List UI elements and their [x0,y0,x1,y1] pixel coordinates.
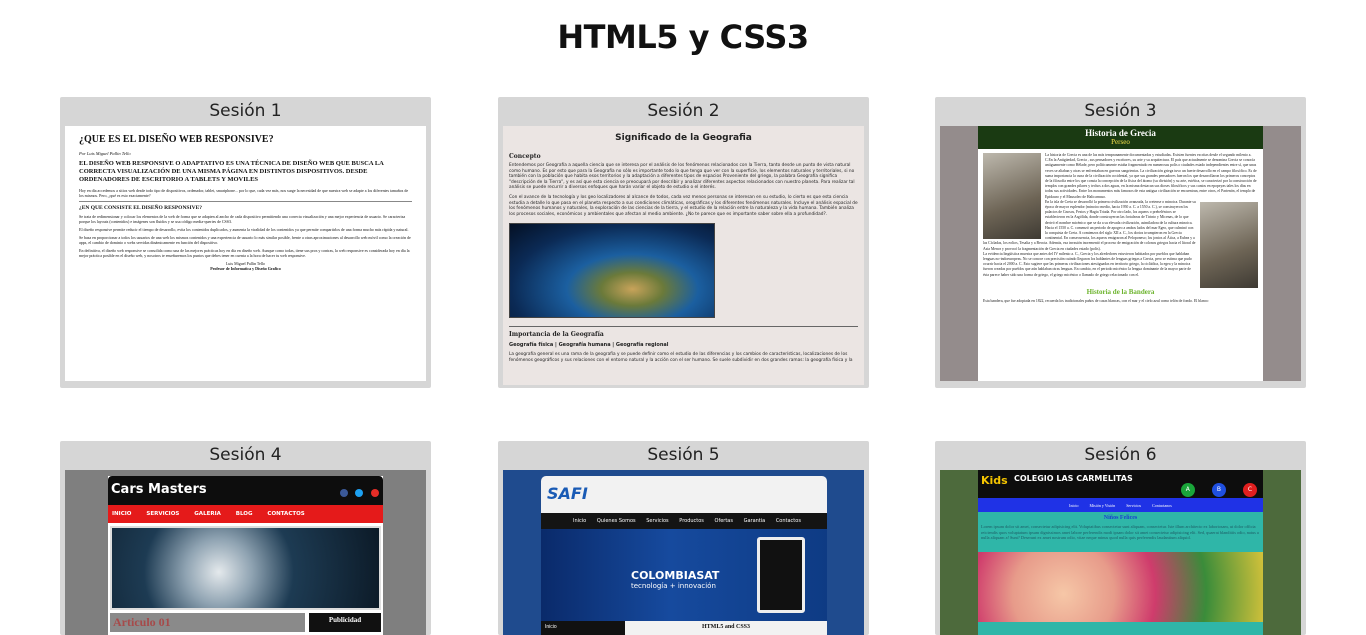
earth-image [509,223,715,319]
s5-nav-item: Ofertas [714,518,733,524]
s4-hero-image [110,526,381,610]
s3-header: Historia de Grecia Perseo [978,126,1263,149]
s4-nav: INICIO SERVICIOS GALERIA BLOG CONTACTOS [108,505,383,523]
session-4-thumbnail: Cars Masters INICIO SERVICIOS GALERIA BL… [65,470,426,635]
page-title: HTML5 y CSS3 [557,18,809,56]
s6-site: Kids COLEGIO LAS CARMELITAS A B C Inicio… [978,470,1263,635]
s2-paragraph: Entendemos por Geografía a aquella cienc… [509,163,855,191]
s2-links: Geografía física | Geografía humana | Ge… [509,342,669,349]
s6-nav-item: Inicio [1069,503,1079,508]
facebook-icon [339,489,348,497]
s1-paragraph: En definitiva, el diseño web responsive … [79,248,410,258]
s6-nav-item: Misión y Visión [1089,503,1116,508]
session-5-thumbnail: SAFI Inicio Quienes Somos Servicios Prod… [503,470,864,635]
circle-c-icon: C [1243,483,1257,497]
session-card-6[interactable]: Sesión 6 Kids COLEGIO LAS CARMELITAS A B… [935,441,1306,635]
s4-brand: Cars Masters [111,482,207,497]
s6-circle-buttons: A B C [1169,476,1257,497]
s4-header: Cars Masters [108,476,383,505]
divider [79,201,412,202]
social-icons [337,486,379,501]
s3-title: Historia de Grecia [1085,128,1156,138]
session-card-title: Sesión 2 [647,101,720,121]
s6-nav: Inicio Misión y Visión Servicios Contact… [978,498,1263,512]
s3-paragraph: Esta bandera, que fue adoptada en 1822, … [983,299,1209,304]
perseus-statue-image [983,153,1041,239]
s4-nav-item: GALERIA [194,511,221,517]
session-1-thumbnail: ¿QUE ES EL DISEÑO WEB RESPONSIVE? Por Lu… [65,126,426,381]
session-card-title: Sesión 1 [209,101,282,121]
session-card-1[interactable]: Sesión 1 ¿QUE ES EL DISEÑO WEB RESPONSIV… [60,97,431,388]
s5-footer-right: HTML5 and CSS3 [701,624,750,630]
s5-tagline: tecnología + innovación [631,582,716,590]
session-card-title: Sesión 4 [209,445,282,465]
s3-section-title: Historia de la Bandera [1086,287,1155,296]
s4-nav-item: SERVICIOS [146,511,180,517]
s5-logo: SAFI [547,484,588,503]
s5-hero-banner: COLOMBIASAT tecnología + innovación [541,529,827,621]
s4-content-row: Articulo 01 Publicidad [108,613,383,632]
session-2-thumbnail: Significado de la Geografia Concepto Ent… [503,126,864,385]
s4-article-title: Articulo 01 [110,613,305,632]
s5-nav-item: Garantia [743,518,766,524]
children-photo [978,552,1263,622]
s1-paragraph: Se trata de redimensionar y colocar los … [79,214,406,224]
s2-title: Significado de la Geografia [615,133,752,143]
session-card-5[interactable]: Sesión 5 SAFI Inicio Quienes Somos Servi… [498,441,869,635]
s1-heading: ¿QUE ES EL DISEÑO WEB RESPONSIVE? [79,134,274,145]
s6-subtitle: Niños Felices [1103,515,1138,521]
s2-heading: Concepto [509,153,541,160]
s5-nav-item: Contactos [775,518,801,524]
s4-nav-item: INICIO [112,511,132,517]
s4-site: Cars Masters INICIO SERVICIOS GALERIA BL… [108,476,383,635]
session-card-4[interactable]: Sesión 4 Cars Masters INICIO SERVICIOS G… [60,441,431,635]
s6-paragraph: Lorem ipsum dolor sit amet, consectetur … [981,524,1259,541]
s1-paragraph: Hoy en día accedemos a sitios web desde … [79,188,409,198]
s3-page: Historia de Grecia Perseo La historia de… [978,126,1263,381]
session-3-thumbnail: Historia de Grecia Perseo La historia de… [940,126,1301,381]
s2-heading: Importancia de la Geografía [509,331,604,339]
s5-brand: COLOMBIASAT tecnología + innovación [631,569,719,590]
s4-nav-item: CONTACTOS [267,511,305,517]
s2-paragraph: La geografía general es una rama de la g… [509,352,853,363]
twitter-icon [355,489,364,497]
circle-b-icon: B [1211,483,1226,497]
s1-paragraph: El diseño responsive permite reducir el … [79,227,409,232]
circle-a-icon: A [1180,483,1195,497]
session-card-3[interactable]: Sesión 3 Historia de Grecia Perseo La hi… [935,97,1306,388]
s5-nav-item: Productos [679,518,704,524]
tablet-image [757,537,805,613]
s5-nav-item: Servicios [646,518,669,524]
s5-brand-name: COLOMBIASAT [631,569,720,582]
s2-paragraph: Con el avance de la tecnología y los geo… [509,194,858,217]
session-card-2[interactable]: Sesión 2 Significado de la Geografia Con… [498,97,869,388]
session-card-title: Sesión 6 [1084,445,1157,465]
divider [509,326,858,328]
session-6-thumbnail: Kids COLEGIO LAS CARMELITAS A B C Inicio… [940,470,1301,635]
s5-nav: Inicio Quienes Somos Servicios Productos… [541,513,827,529]
s6-header: Kids COLEGIO LAS CARMELITAS A B C [978,470,1263,498]
s4-nav-item: BLOG [235,511,253,517]
s5-footer: Inicio HTML5 and CSS3 [541,621,827,635]
s5-nav-item: Quienes Somos [596,518,636,524]
youtube-icon [371,489,379,497]
s1-byline: Por Luis Miguel Pallin Tello [79,151,131,156]
s6-nav-item: Servicios [1126,503,1142,508]
s3-subtitle: Perseo [1111,138,1130,146]
s1-paragraph: Se basa en proporcionar a todos los usua… [79,235,411,245]
session-card-title: Sesión 3 [1084,101,1157,121]
s6-school-name: COLEGIO LAS CARMELITAS [1014,474,1133,483]
s5-footer-left: Inicio [541,621,625,635]
s6-nav-item: Contactanos [1152,503,1172,508]
session-card-title: Sesión 5 [647,445,720,465]
s1-subheading: ¿EN QUE CONSISTE EL DISEÑO RESPONSIVE? [79,205,203,211]
s5-site: SAFI Inicio Quienes Somos Servicios Prod… [541,476,827,635]
medusa-statue-image [1200,201,1258,288]
s5-nav-item: Inicio [573,518,587,524]
s6-logo: Kids [981,474,1008,487]
s4-aside-title: Publicidad [309,613,381,632]
s1-intro: EL DISEÑO WEB RESPONSIVE O ADAPTATIVO ES… [79,160,384,183]
s1-signature-role: Profesor de Informatica y Diseño Grafico [210,266,281,271]
s3-body: La historia de Grecia es una de las más … [978,149,1263,308]
